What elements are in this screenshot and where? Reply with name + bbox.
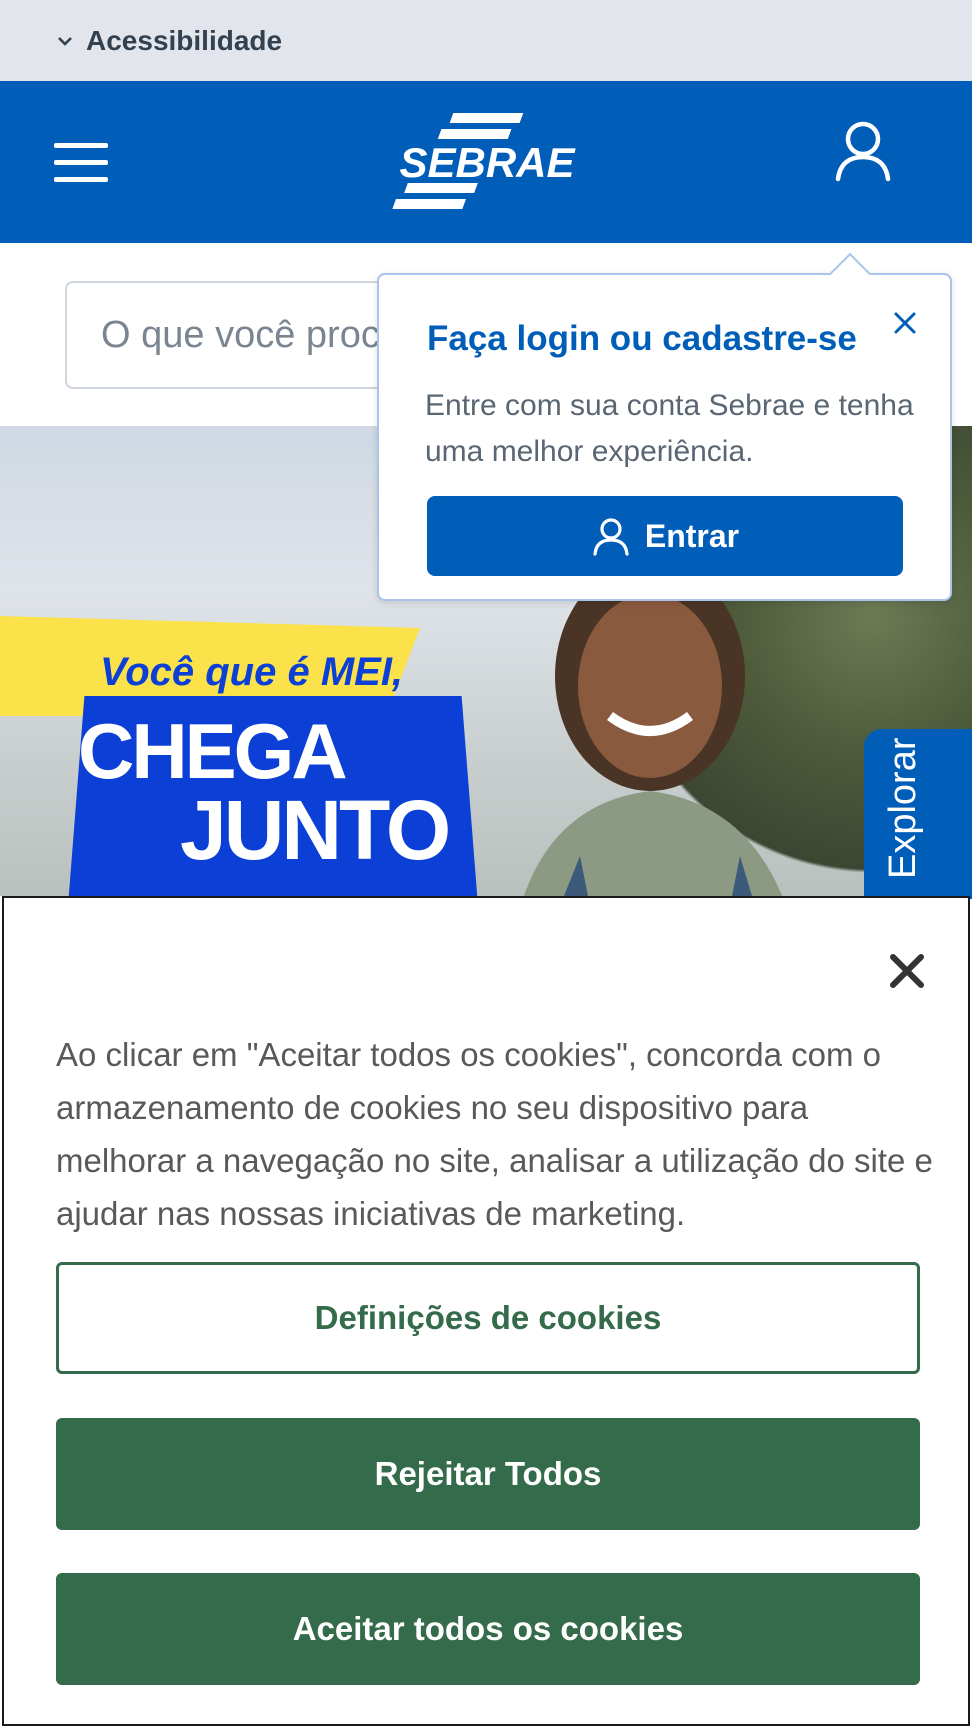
accept-all-cookies-button[interactable]: Aceitar todos os cookies (56, 1573, 920, 1685)
cookie-banner: Ao clicar em "Aceitar todos os cookies",… (2, 896, 970, 1726)
explore-tab[interactable]: Explorar (864, 729, 972, 899)
accessibility-bar[interactable]: Acessibilidade (0, 0, 972, 81)
popover-title: Faça login ou cadastre-se (427, 319, 857, 358)
enter-button-label: Entrar (644, 517, 740, 554)
search-input[interactable] (101, 313, 393, 357)
hamburger-menu-icon[interactable] (54, 143, 108, 183)
popover-description: Entre com sua conta Sebrae e tenha uma m… (425, 389, 914, 468)
reject-all-button[interactable]: Rejeitar Todos (56, 1418, 920, 1530)
login-popover: Faça login ou cadastre-se Entre com sua … (377, 252, 952, 601)
hero-tagline: Você que é MEI, (100, 650, 404, 694)
close-icon[interactable] (888, 952, 926, 990)
search-box[interactable] (65, 281, 395, 389)
chevron-down-icon (54, 30, 76, 52)
accessibility-label: Acessibilidade (86, 24, 283, 56)
cookie-settings-button[interactable]: Definições de cookies (56, 1262, 920, 1374)
popover-arrow (828, 252, 872, 296)
cookie-text: Ao clicar em "Aceitar todos os cookies",… (56, 1036, 933, 1232)
enter-button[interactable]: Entrar (427, 496, 903, 576)
brand-text: SEBRAE (399, 139, 576, 186)
user-icon (593, 518, 629, 556)
hero-headline-2: JUNTO (180, 783, 451, 877)
user-icon[interactable] (834, 119, 892, 183)
sebrae-logo[interactable]: SEBRAE (392, 111, 582, 215)
explore-label: Explorar (882, 737, 924, 880)
hero-person-image (470, 556, 830, 896)
close-icon[interactable] (891, 309, 919, 337)
site-header: SEBRAE (0, 81, 972, 243)
